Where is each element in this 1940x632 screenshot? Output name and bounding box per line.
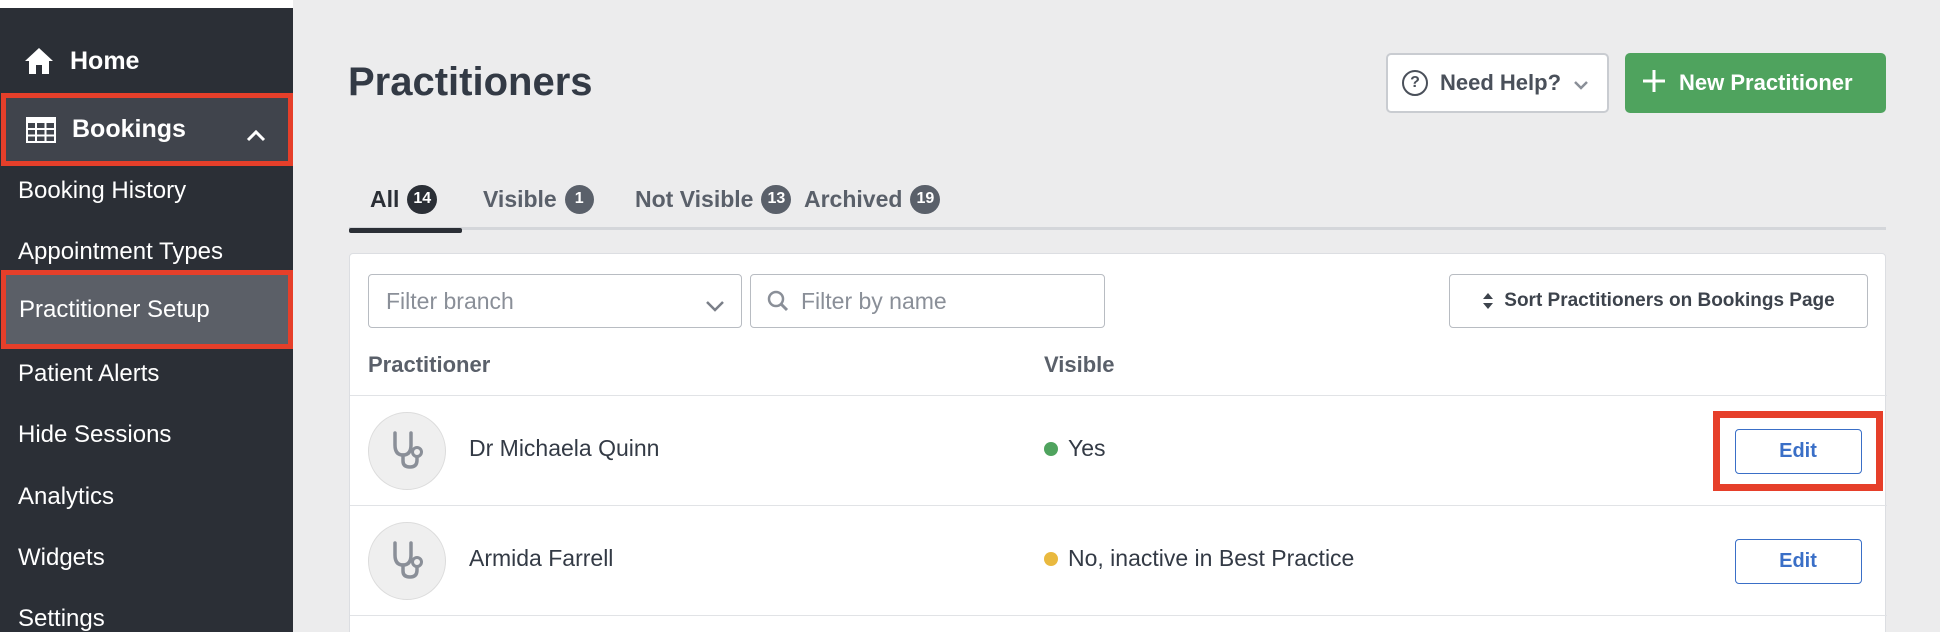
tab-label: All bbox=[370, 185, 400, 212]
sidebar-item-label: Patient Alerts bbox=[18, 360, 160, 387]
new-practitioner-label: New Practitioner bbox=[1679, 70, 1853, 95]
status-dot bbox=[1044, 551, 1058, 566]
edit-highlight: Edit bbox=[1713, 411, 1883, 491]
sidebar-item-home[interactable]: Home bbox=[0, 30, 293, 92]
plus-icon bbox=[1641, 66, 1667, 100]
practitioners-card: Filter branch Filter by name Sort Practi… bbox=[349, 253, 1887, 632]
sidebar: Home Bookings Booking History Appointmen… bbox=[0, 0, 293, 632]
column-header-visible[interactable]: Visible bbox=[1044, 352, 1115, 378]
sidebar-item-settings[interactable]: Settings bbox=[0, 591, 293, 632]
sidebar-item-analytics[interactable]: Analytics bbox=[0, 469, 293, 525]
sort-icon bbox=[1482, 292, 1494, 310]
tab-label: Archived bbox=[804, 185, 903, 212]
tab-all[interactable]: All 14 bbox=[349, 168, 462, 233]
chevron-down-icon bbox=[1573, 70, 1589, 96]
edit-button[interactable]: Edit bbox=[1734, 428, 1862, 474]
sidebar-item-booking-history[interactable]: Booking History bbox=[0, 163, 293, 219]
visibility-status: No, inactive in Best Practice bbox=[1044, 545, 1354, 572]
need-help-label: Need Help? bbox=[1440, 70, 1562, 95]
table-row: Dr Michaela Quinn Yes Edit bbox=[350, 395, 1887, 505]
status-dot bbox=[1044, 441, 1058, 456]
edit-button[interactable]: Edit bbox=[1734, 538, 1862, 584]
column-header-practitioner[interactable]: Practitioner bbox=[368, 352, 490, 378]
new-practitioner-button[interactable]: New Practitioner bbox=[1625, 53, 1886, 113]
sidebar-item-label: Analytics bbox=[18, 483, 115, 510]
tab-label: Visible bbox=[483, 185, 557, 212]
sidebar-item-label: Bookings bbox=[72, 115, 186, 143]
stethoscope-icon bbox=[385, 537, 429, 586]
tab-count-badge: 19 bbox=[910, 184, 941, 214]
visibility-text: No, inactive in Best Practice bbox=[1068, 545, 1355, 571]
chevron-down-icon bbox=[705, 291, 725, 318]
filter-name-input[interactable]: Filter by name bbox=[750, 274, 1105, 328]
sidebar-item-bookings[interactable]: Bookings bbox=[1, 93, 293, 166]
sidebar-item-widgets[interactable]: Widgets bbox=[0, 530, 293, 586]
sidebar-item-practitioner-setup[interactable]: Practitioner Setup bbox=[1, 270, 293, 349]
sidebar-item-label: Appointment Types bbox=[18, 238, 224, 265]
grid-table-icon bbox=[24, 113, 58, 147]
sidebar-item-label: Practitioner Setup bbox=[19, 295, 210, 323]
filter-branch-placeholder: Filter branch bbox=[386, 287, 514, 314]
page-title: Practitioners bbox=[348, 60, 593, 104]
visibility-status: Yes bbox=[1044, 435, 1106, 462]
tab-visible[interactable]: Visible 1 bbox=[483, 168, 594, 230]
table-row bbox=[350, 615, 1887, 632]
tab-count-badge: 14 bbox=[407, 184, 438, 214]
main-content: Practitioners ? Need Help? New Practitio… bbox=[293, 8, 1940, 632]
table-row: Armida Farrell No, inactive in Best Prac… bbox=[350, 505, 1887, 615]
tab-count-badge: 1 bbox=[564, 184, 594, 214]
visibility-text: Yes bbox=[1068, 435, 1106, 461]
edit-wrap: Edit bbox=[1713, 521, 1883, 601]
filter-branch-select[interactable]: Filter branch bbox=[368, 274, 742, 328]
chevron-up-icon[interactable] bbox=[246, 120, 266, 149]
avatar bbox=[368, 412, 446, 490]
practitioner-name: Dr Michaela Quinn bbox=[469, 435, 660, 461]
home-icon bbox=[22, 44, 56, 78]
sidebar-item-label: Hide Sessions bbox=[18, 421, 172, 448]
avatar bbox=[368, 522, 446, 600]
stethoscope-icon bbox=[385, 427, 429, 476]
filter-tabs: All 14 Visible 1 Not Visible 13 Archived… bbox=[349, 168, 1886, 233]
sidebar-item-hide-sessions[interactable]: Hide Sessions bbox=[0, 407, 293, 463]
sidebar-item-label: Widgets bbox=[18, 544, 105, 571]
filter-name-placeholder: Filter by name bbox=[801, 287, 947, 314]
practitioner-name: Armida Farrell bbox=[469, 545, 614, 571]
question-circle-icon: ? bbox=[1402, 70, 1428, 96]
need-help-button[interactable]: ? Need Help? bbox=[1386, 53, 1609, 113]
tab-label: Not Visible bbox=[635, 185, 754, 212]
sort-practitioners-button[interactable]: Sort Practitioners on Bookings Page bbox=[1449, 274, 1868, 328]
sidebar-item-patient-alerts[interactable]: Patient Alerts bbox=[0, 346, 293, 402]
sidebar-item-label: Home bbox=[70, 46, 140, 75]
tab-archived[interactable]: Archived 19 bbox=[804, 168, 941, 230]
sidebar-item-label: Booking History bbox=[18, 177, 187, 204]
search-icon bbox=[767, 290, 789, 312]
tab-count-badge: 13 bbox=[761, 184, 792, 214]
sort-label: Sort Practitioners on Bookings Page bbox=[1504, 290, 1835, 311]
tab-not-visible[interactable]: Not Visible 13 bbox=[635, 168, 792, 230]
sidebar-item-label: Settings bbox=[18, 605, 105, 632]
